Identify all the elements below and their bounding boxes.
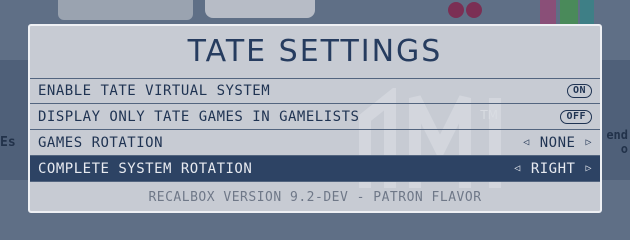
background-button-dot [466, 2, 482, 18]
background-console-shape [205, 0, 315, 18]
option-selector[interactable]: ◁ RIGHT ▷ [514, 161, 592, 177]
arrow-left-icon[interactable]: ◁ [514, 163, 521, 174]
setting-row-only-tate-games[interactable]: DISPLAY ONLY TATE GAMES IN GAMELISTS OFF [30, 104, 600, 130]
background-text-fragment: Es [0, 135, 16, 150]
settings-list: ENABLE TATE VIRTUAL SYSTEM ON DISPLAY ON… [30, 78, 600, 182]
background-text-fragment: end o [606, 128, 628, 156]
option-selector[interactable]: ◁ NONE ▷ [523, 135, 592, 151]
tate-settings-dialog: TM TATE SETTINGS ENABLE TATE VIRTUAL SYS… [28, 24, 602, 213]
version-footer: RECALBOX VERSION 9.2-DEV - PATRON FLAVOR [148, 190, 482, 205]
background-button-dot [448, 2, 464, 18]
setting-label: COMPLETE SYSTEM ROTATION [38, 160, 253, 177]
setting-row-system-rotation[interactable]: COMPLETE SYSTEM ROTATION ◁ RIGHT ▷ [30, 156, 600, 182]
selector-value: NONE [539, 134, 576, 151]
setting-label: GAMES ROTATION [38, 134, 164, 151]
arrow-right-icon[interactable]: ▷ [585, 137, 592, 148]
toggle-switch[interactable]: OFF [560, 109, 592, 124]
arrow-left-icon[interactable]: ◁ [523, 137, 530, 148]
setting-label: ENABLE TATE VIRTUAL SYSTEM [38, 82, 271, 99]
setting-row-enable-tate[interactable]: ENABLE TATE VIRTUAL SYSTEM ON [30, 78, 600, 104]
toggle-switch[interactable]: ON [566, 83, 592, 98]
selector-value: RIGHT [530, 160, 576, 177]
arrow-right-icon[interactable]: ▷ [585, 163, 592, 174]
setting-label: DISPLAY ONLY TATE GAMES IN GAMELISTS [38, 108, 360, 125]
setting-row-games-rotation[interactable]: GAMES ROTATION ◁ NONE ▷ [30, 130, 600, 156]
background-console-shape [58, 0, 193, 20]
dialog-title: TATE SETTINGS [187, 34, 443, 69]
